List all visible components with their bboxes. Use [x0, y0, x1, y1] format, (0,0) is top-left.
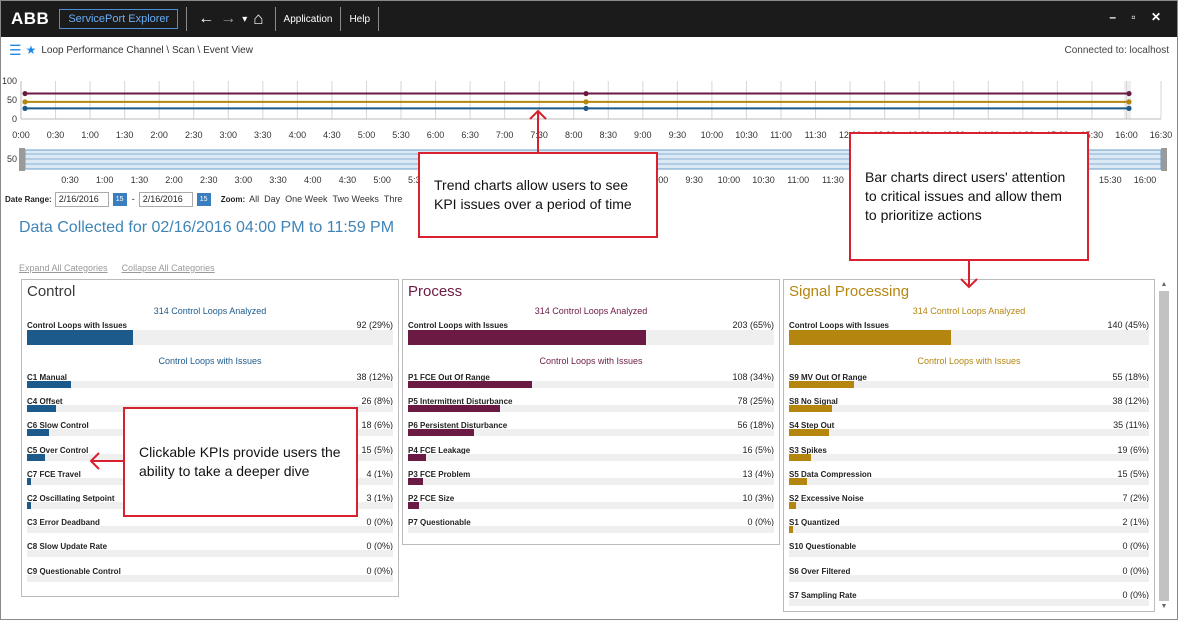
bar-callout-arrow [960, 261, 978, 289]
app-window: ABB ServicePort Explorer ← → ▾ ⌂ Applica… [0, 0, 1178, 620]
kpi-callout-arrow [89, 452, 123, 470]
callout-arrows [89, 109, 978, 470]
trend-callout-arrow [529, 109, 547, 152]
